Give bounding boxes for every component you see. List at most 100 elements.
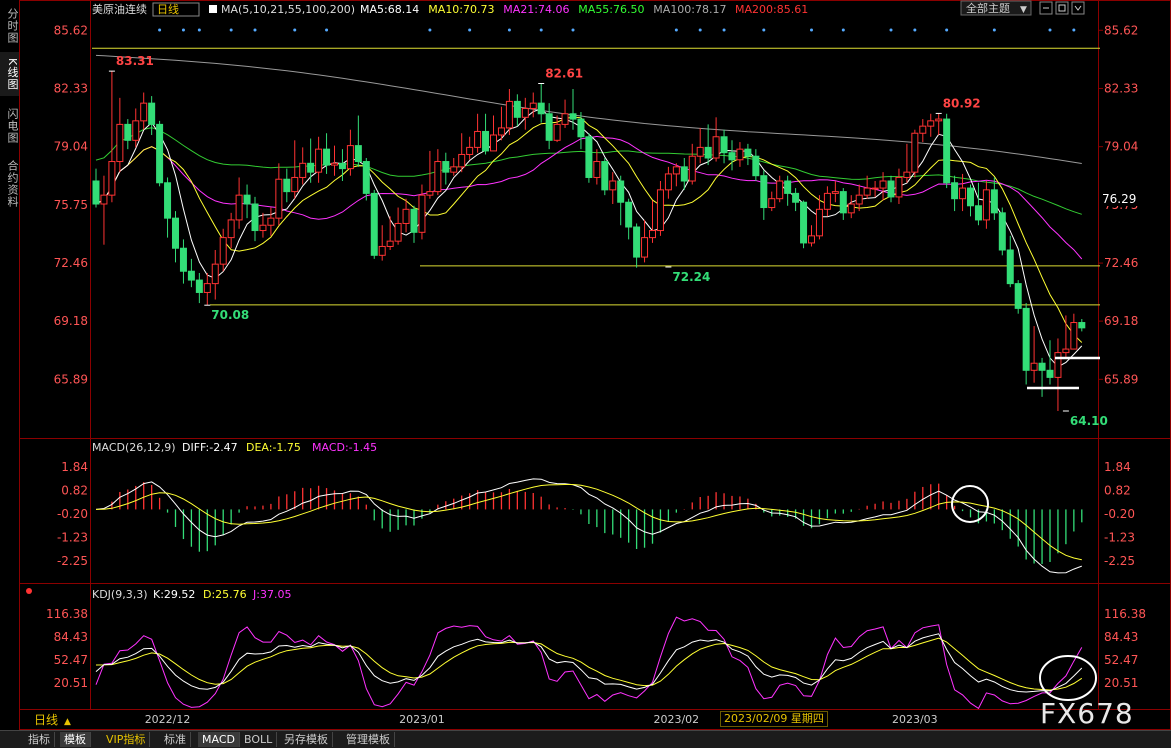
event-dot [181, 28, 185, 32]
candle-body [211, 263, 219, 285]
event-dot [841, 28, 845, 32]
candle-body [100, 194, 108, 205]
candle-body [275, 178, 283, 219]
kdj-tick-label-left: 84.43 [54, 630, 88, 644]
candle-body [847, 203, 855, 214]
tab-indicators[interactable]: 指标 [24, 732, 55, 747]
candle-body [227, 219, 235, 239]
triangle-up-icon[interactable]: ▲ [64, 717, 71, 727]
candle-body [259, 224, 267, 232]
candle-body [529, 102, 537, 109]
chart-area[interactable]: 美原油连续 日线 MA(5,10,21,55,100,200) MA5:68.1… [0, 0, 1171, 730]
price-tick-label-right: 85.62 [1104, 23, 1138, 37]
candle-body [911, 132, 919, 173]
crosshair-date-label: 2023/02/09 星期四 [720, 711, 828, 727]
candle-body [148, 102, 156, 125]
price-tick-label-right: 79.04 [1104, 140, 1138, 154]
tab-templates[interactable]: 模板 [60, 732, 91, 747]
candle-body [768, 198, 776, 209]
event-dot [698, 28, 702, 32]
candle-body [839, 191, 847, 214]
candle-body [466, 146, 474, 155]
bottom-toolbar: 指标 模板 VIP指标 标准 MACD BOLL 另存模板 管理模板 [0, 730, 1171, 748]
time-tick-label: 2023/02 [653, 713, 699, 726]
event-dot [539, 28, 543, 32]
candle-body [577, 118, 585, 138]
kdj-tick-label-right: 52.47 [1104, 653, 1138, 667]
event-dot [293, 28, 297, 32]
tab-manage-templates[interactable]: 管理模板 [342, 732, 395, 747]
price-tick-label-right: 82.33 [1104, 81, 1138, 95]
price-tick-label-right: 65.89 [1104, 372, 1138, 386]
candle-body [887, 180, 895, 198]
candle-body [187, 270, 195, 281]
candle-body [1038, 362, 1046, 371]
candle-body [203, 283, 211, 293]
tab-save-template[interactable]: 另存模板 [280, 732, 333, 747]
theme-dropdown[interactable]: 全部主题 ▼ [960, 0, 1032, 16]
candle-body [482, 130, 490, 152]
candle-body [680, 166, 688, 182]
tab-standard[interactable]: 标准 [160, 732, 191, 747]
tab-boll[interactable]: BOLL [240, 732, 278, 747]
candle-body [752, 155, 760, 177]
candle-body [1062, 348, 1070, 354]
candle-body [1054, 352, 1062, 378]
candle-body [267, 217, 275, 226]
candle-body [823, 192, 831, 210]
candle-body [609, 180, 617, 191]
macd-tick-label-right: -0.20 [1104, 507, 1135, 521]
candle-body [521, 107, 529, 118]
candle-body [251, 203, 259, 232]
candle-body [800, 201, 808, 244]
macd-tick-label-left: 1.84 [61, 460, 88, 474]
price-tick-label-left: 72.46 [54, 256, 88, 270]
candle-body [474, 130, 482, 148]
candle-body [338, 162, 346, 170]
candle-body [243, 194, 251, 205]
price-tick-label-left: 75.75 [54, 198, 88, 212]
ma-value-0: MA5:68.14 [360, 3, 419, 16]
tab-macd[interactable]: MACD [198, 732, 240, 747]
theme-dropdown-label: 全部主题 [966, 1, 1010, 15]
candle-body [871, 187, 879, 190]
candle-body [291, 176, 299, 193]
candle-body [951, 182, 959, 200]
candle-body [156, 123, 164, 184]
event-dot [945, 28, 949, 32]
candle-body [974, 205, 982, 221]
candle-body [927, 120, 935, 127]
price-tick-label-left: 82.33 [54, 81, 88, 95]
candle-body [497, 127, 505, 136]
current-price-label: 76.29 [1102, 192, 1136, 206]
event-dot [762, 28, 766, 32]
price-tick-label-left: 65.89 [54, 372, 88, 386]
candle-body [402, 208, 410, 224]
ma-params: MA(5,10,21,55,100,200) [221, 3, 355, 16]
kdj-lines [95, 616, 1083, 710]
kdj-j-line [95, 616, 1083, 710]
period-switch[interactable]: 日线 [34, 713, 58, 727]
candle-body [720, 136, 728, 154]
kdj-cross-circle [1039, 655, 1097, 701]
candle-body [593, 161, 601, 178]
candle-body [601, 161, 609, 191]
macd-dea: DEA:-1.75 [246, 441, 301, 454]
candle-body [688, 155, 696, 182]
candle-body [982, 189, 990, 221]
candle-body [585, 136, 593, 178]
kdj-header: KDJ(9,3,3) K:29.52 D:25.76 J:37.05 [92, 588, 291, 601]
event-dot [1048, 28, 1052, 32]
event-dot [197, 28, 201, 32]
candle-body [354, 145, 362, 163]
event-dot [253, 28, 257, 32]
candle-body [990, 189, 998, 214]
candle-body [625, 201, 633, 228]
candle-body [760, 175, 768, 209]
symbol-name: 美原油连续 [92, 2, 147, 16]
tab-vip-indicators[interactable]: VIP指标 [102, 732, 151, 747]
candle-body [855, 194, 863, 205]
kdj-settings-icon[interactable] [26, 588, 32, 594]
candle-body [331, 162, 338, 166]
window-controls[interactable] [1039, 1, 1085, 15]
